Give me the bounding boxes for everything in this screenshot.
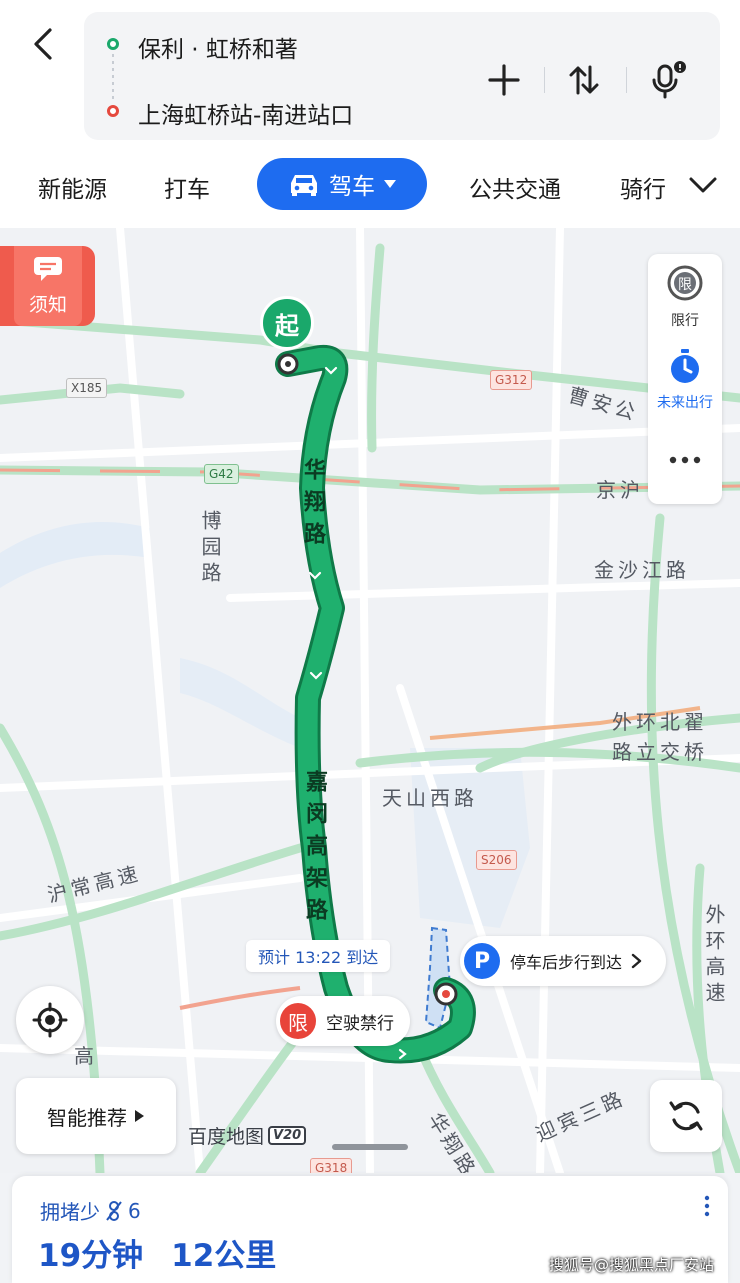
microphone-icon: [652, 61, 686, 99]
stopwatch-icon: [671, 349, 699, 383]
traffic-label: 拥堵少: [40, 1200, 100, 1224]
crosshair-icon: [32, 1002, 68, 1038]
route-label-jiamin: 嘉闵高架路: [302, 770, 327, 930]
road-label-waihuan-1: 外环北翟: [612, 710, 708, 734]
tab-cycling[interactable]: 骑行: [620, 170, 666, 204]
end-dot-icon: [107, 105, 119, 117]
expand-tabs-button[interactable]: [686, 168, 720, 202]
road-label-gao: 高: [74, 1044, 98, 1068]
restriction-icon-text: 限: [678, 277, 692, 293]
road-label-jinghu: 京沪: [596, 478, 644, 502]
tab-drive-label: 驾车: [329, 174, 375, 200]
start-marker[interactable]: 起: [260, 296, 314, 350]
watermark: 搜狐号@搜狐黑点厂安站: [548, 1256, 714, 1274]
road-label-jinshajiang: 金沙江路: [594, 558, 690, 582]
play-triangle-icon: [135, 1110, 144, 1122]
back-button[interactable]: [26, 26, 62, 62]
future-travel-label: 未来出行: [657, 395, 713, 411]
add-waypoint-button[interactable]: [482, 58, 526, 102]
brand-version: V20: [268, 1126, 307, 1145]
road-label-waihuan-expressway: 外环高速: [702, 904, 726, 1008]
parking-tip-button[interactable]: P 停车后步行到达: [460, 936, 666, 986]
end-location-field[interactable]: 上海虹桥站-南进站口: [138, 96, 353, 130]
restriction-button[interactable]: 限 限行: [648, 264, 722, 330]
restriction-icon: 限: [667, 265, 703, 301]
route-connector: [112, 54, 114, 100]
start-point-icon: [277, 353, 299, 375]
route-label-huaxiang: 华翔路: [300, 458, 325, 554]
brand-logo-text: 百度地图: [188, 1126, 265, 1148]
more-icon: [669, 456, 701, 464]
tab-public-transit[interactable]: 公共交通: [469, 170, 561, 204]
restriction-badge-label: 空驶禁行: [326, 1013, 394, 1034]
shield-g42: G42: [204, 464, 239, 484]
swap-button[interactable]: [562, 58, 606, 102]
refresh-icon: [669, 1101, 703, 1131]
future-travel-button[interactable]: 未来出行: [648, 348, 722, 412]
tab-taxi[interactable]: 打车: [164, 170, 210, 204]
locate-button[interactable]: [16, 986, 84, 1054]
empty-driving-restriction-badge[interactable]: 限 空驶禁行: [276, 996, 410, 1046]
road-label-tianshan: 天山西路: [382, 786, 478, 810]
chevron-right-icon: [631, 953, 642, 969]
traffic-info: 拥堵少 6: [40, 1196, 141, 1225]
map-tools-panel: 限 限行 未来出行: [648, 254, 722, 504]
divider: [544, 67, 545, 93]
notice-button[interactable]: 须知: [0, 246, 95, 326]
shield-g318: G318: [310, 1158, 353, 1173]
eta-bubble: 预计 13:22 到达: [246, 940, 391, 972]
chevron-left-icon: [34, 28, 52, 60]
drag-handle[interactable]: [332, 1144, 408, 1150]
refresh-button[interactable]: [650, 1080, 722, 1152]
map-brand: 百度地图 V20: [188, 1122, 307, 1149]
tab-drive[interactable]: 驾车: [257, 158, 427, 210]
message-icon: [34, 257, 62, 281]
restriction-badge-icon: 限: [280, 1003, 316, 1039]
route-distance: 12公里: [171, 1238, 277, 1274]
parking-tip-label: 停车后步行到达: [510, 953, 623, 972]
start-location-field[interactable]: 保利 · 虹桥和著: [138, 30, 298, 64]
more-tools-button[interactable]: [648, 450, 722, 474]
car-icon: [291, 175, 317, 196]
road-label-waihuan-2: 路立交桥: [612, 740, 708, 764]
voice-button[interactable]: [646, 58, 690, 102]
road-label-boyuan: 博园路: [198, 510, 222, 588]
traffic-light-icon: [106, 1200, 122, 1221]
transport-tabs: 新能源 打车 驾车 公共交通 骑行: [0, 156, 740, 216]
smart-recommend-label: 智能推荐: [47, 1105, 127, 1130]
vertical-more-icon[interactable]: [702, 1194, 712, 1218]
divider: [626, 67, 627, 93]
chevron-down-icon: [689, 177, 717, 193]
restriction-label: 限行: [671, 313, 699, 329]
shield-s206: S206: [476, 850, 517, 870]
parking-icon: P: [464, 943, 500, 979]
map-view[interactable]: 曹安公 京沪 博园路 金沙江路 外环北翟 路立交桥 天山西路 沪常高速 外环高速…: [0, 228, 740, 1173]
route-card: 保利 · 虹桥和著 上海虹桥站-南进站口: [84, 12, 720, 140]
shield-g312: G312: [490, 370, 533, 390]
plus-icon: [488, 64, 520, 96]
route-duration: 19分钟: [38, 1238, 144, 1274]
swap-icon: [569, 65, 599, 95]
smart-recommend-button[interactable]: 智能推荐: [16, 1078, 176, 1154]
traffic-light-count: 6: [128, 1198, 141, 1223]
start-dot-icon: [107, 38, 119, 50]
route-header: 保利 · 虹桥和著 上海虹桥站-南进站口 新能源 打车 驾车 公共交通 骑行: [0, 0, 740, 228]
route-summary-card[interactable]: 拥堵少 6 19分钟 12公里 搜狐号@搜狐黑点厂安站: [12, 1176, 728, 1283]
shield-x185: X185: [66, 378, 108, 398]
caret-down-icon: [384, 180, 396, 188]
notice-badge: 须知: [14, 246, 82, 326]
tab-new-energy[interactable]: 新能源: [38, 170, 107, 204]
route-metrics: 19分钟 12公里: [38, 1230, 276, 1275]
notice-label: 须知: [28, 294, 67, 316]
